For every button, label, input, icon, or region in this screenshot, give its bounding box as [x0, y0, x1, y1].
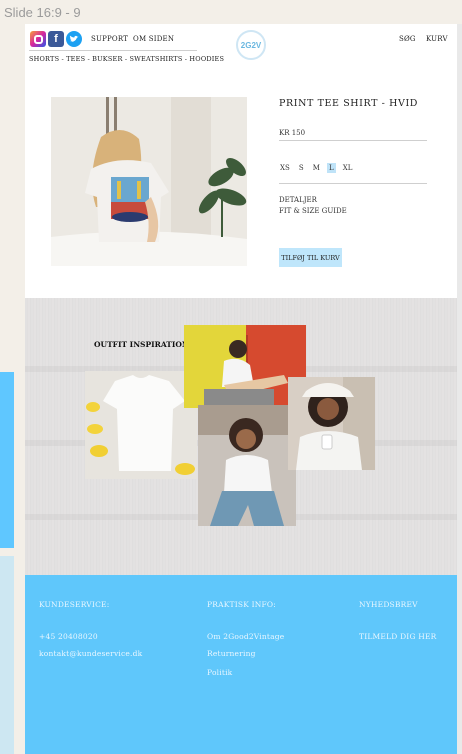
nav-support[interactable]: SUPPORT — [91, 35, 128, 43]
inspiration-title: OUTFIT INSPIRATION — [94, 340, 189, 349]
footer-newsletter-signup[interactable]: TILMELD DIG HER — [359, 632, 437, 641]
nav-search[interactable]: SØG — [399, 35, 416, 43]
twitter-icon[interactable] — [66, 31, 82, 47]
size-option-s[interactable]: S — [297, 163, 306, 173]
footer-about-link[interactable]: Om 2Good2Vintage — [207, 632, 284, 641]
slide-label: Slide 16:9 - 9 — [4, 5, 81, 20]
size-selector: XS S M L XL — [278, 155, 354, 174]
product-title: PRINT TEE SHIRT - HVID — [279, 98, 419, 109]
inspiration-photo-hat — [288, 377, 375, 470]
add-to-cart-button[interactable]: TILFØJ TIL KURV — [279, 248, 342, 267]
size-option-m[interactable]: M — [311, 163, 322, 173]
page-edge — [457, 24, 462, 754]
inspiration-photo-laughing — [198, 405, 296, 526]
product-price: KR 150 — [279, 129, 306, 137]
nav-cart[interactable]: KURV — [426, 35, 448, 43]
footer-returns-link[interactable]: Returnering — [207, 649, 256, 658]
category-nav[interactable]: SHORTS - TEES - BUKSER - SWEATSHIRTS - H… — [29, 55, 224, 63]
size-divider — [279, 183, 427, 184]
side-panel-strip-light — [0, 556, 14, 754]
details-link[interactable]: DETALJER — [279, 196, 317, 204]
nav-om-siden[interactable]: OM SIDEN — [133, 35, 174, 43]
product-photo — [51, 97, 247, 266]
price-divider — [279, 140, 427, 141]
header-divider — [29, 50, 197, 51]
fit-size-guide-link[interactable]: FIT & SIZE GUIDE — [279, 207, 347, 215]
site-logo[interactable]: 2G2V — [236, 30, 266, 60]
footer-phone[interactable]: +45 20408020 — [39, 632, 98, 641]
instagram-icon[interactable] — [30, 31, 46, 47]
size-option-xl[interactable]: XL — [341, 163, 355, 173]
footer-policy-link[interactable]: Politik — [207, 668, 232, 677]
footer-practical-info-heading: PRAKTISK INFO: — [207, 600, 277, 609]
side-panel-strip — [0, 372, 14, 548]
footer-email[interactable]: kontakt@kundeservice.dk — [39, 649, 142, 658]
size-option-l[interactable]: L — [327, 163, 336, 173]
footer-customer-service-heading: KUNDESERVICE: — [39, 600, 110, 609]
inspiration-photo-tee — [85, 371, 197, 479]
size-option-xs[interactable]: XS — [278, 163, 292, 173]
facebook-icon[interactable]: f — [48, 31, 64, 47]
footer-newsletter-heading: NYHEDSBREV — [359, 600, 418, 609]
